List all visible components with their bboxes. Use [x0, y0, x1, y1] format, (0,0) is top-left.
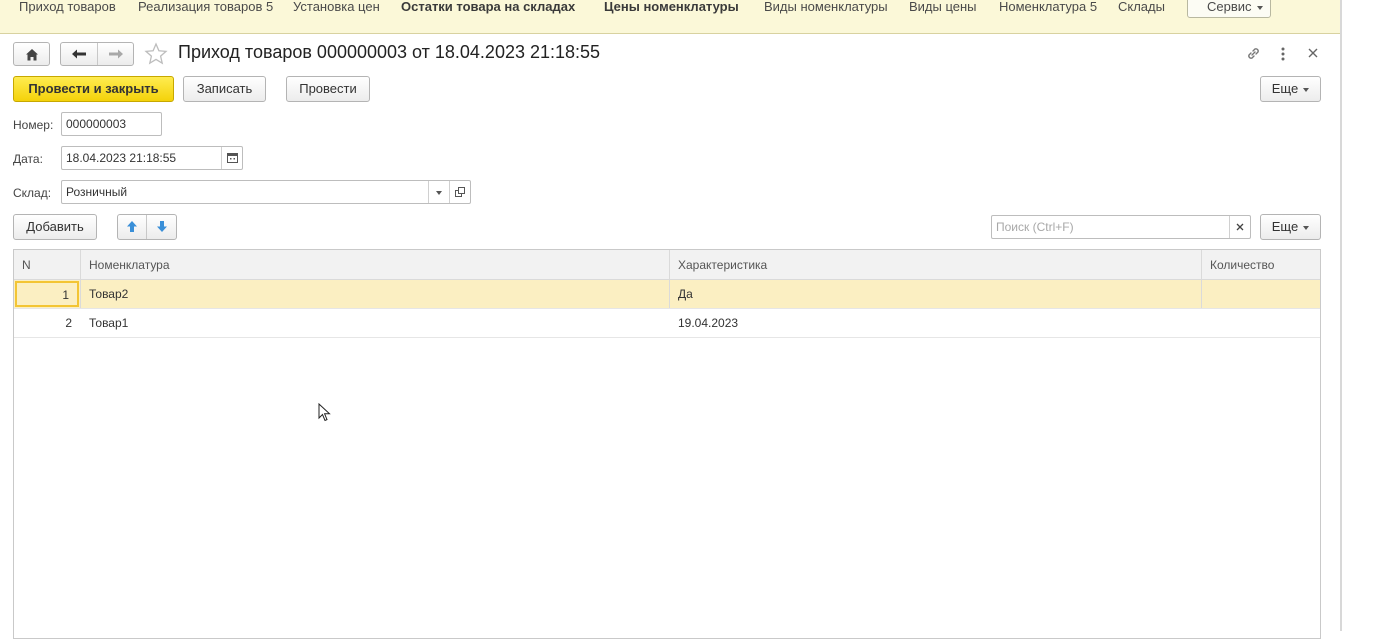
warehouse-open-button[interactable]	[449, 181, 470, 203]
chevron-down-icon	[1303, 87, 1310, 92]
post-and-close-button[interactable]: Провести и закрыть	[13, 76, 174, 102]
date-value: 18.04.2023 21:18:55	[66, 151, 177, 165]
move-buttons	[117, 214, 177, 240]
page-title: Приход товаров 000000003 от 18.04.2023 2…	[178, 42, 601, 62]
mouse-cursor-icon	[318, 403, 331, 422]
kebab-menu-icon[interactable]	[1278, 46, 1288, 62]
chevron-down-icon	[1303, 225, 1310, 230]
table-row[interactable]: 1 Товар2 Да	[14, 280, 1320, 309]
scrollbar[interactable]	[1340, 0, 1342, 631]
forward-arrow-icon	[109, 49, 123, 59]
section-nomenclature[interactable]: Номенклатура 5	[999, 0, 1097, 16]
clear-search-button[interactable]	[1229, 216, 1250, 238]
search-placeholder: Поиск (Ctrl+F)	[996, 220, 1074, 234]
nav-buttons	[60, 42, 134, 66]
move-down-button[interactable]	[147, 215, 177, 239]
section-price-setting[interactable]: Установка цен	[293, 0, 380, 16]
goods-table[interactable]: N Номенклатура Характеристика Количество…	[13, 249, 1321, 639]
back-button[interactable]	[61, 43, 98, 65]
add-row-button[interactable]: Добавить	[13, 214, 97, 240]
characteristic-cell[interactable]: Да	[670, 280, 1202, 308]
section-goods-sale[interactable]: Реализация товаров 5	[138, 0, 273, 16]
warehouse-label: Склад:	[13, 186, 52, 200]
characteristic-cell[interactable]: 19.04.2023	[670, 309, 1202, 337]
calendar-icon	[226, 153, 238, 163]
home-icon	[25, 48, 38, 61]
section-warehouses[interactable]: Склады	[1118, 0, 1165, 16]
link-icon[interactable]	[1245, 45, 1262, 62]
move-down-icon	[157, 221, 167, 232]
table-more-label: Еще	[1271, 219, 1299, 234]
row-number-cell[interactable]: 1	[15, 281, 79, 307]
column-header-characteristic[interactable]: Характеристика	[670, 250, 1202, 279]
save-button[interactable]: Записать	[183, 76, 266, 102]
section-goods-receipt[interactable]: Приход товаров	[19, 0, 116, 16]
column-header-item[interactable]: Номенклатура	[81, 250, 669, 279]
date-label: Дата:	[13, 152, 43, 166]
move-up-icon	[127, 221, 137, 232]
more-button[interactable]: Еще	[1260, 76, 1321, 102]
post-button[interactable]: Провести	[286, 76, 370, 102]
number-field[interactable]: 000000003	[61, 112, 162, 136]
row-number-cell[interactable]: 2	[14, 309, 80, 337]
home-button[interactable]	[13, 42, 50, 66]
item-cell[interactable]: Товар2	[81, 280, 669, 308]
warehouse-field[interactable]: Розничный	[61, 180, 471, 204]
star-icon[interactable]	[144, 42, 168, 66]
column-header-n[interactable]: N	[14, 250, 80, 279]
service-menu-button[interactable]: Сервис	[1187, 0, 1271, 18]
section-stock-balances[interactable]: Остатки товара на складах	[401, 0, 575, 16]
calendar-button[interactable]	[221, 147, 242, 169]
table-row[interactable]: 2 Товар1 19.04.2023	[14, 309, 1320, 338]
table-more-button[interactable]: Еще	[1260, 214, 1321, 240]
service-menu-label: Сервис	[1207, 0, 1252, 14]
forward-button[interactable]	[98, 43, 134, 65]
close-icon[interactable]	[1307, 47, 1319, 59]
number-label: Номер:	[13, 118, 54, 132]
section-price-types[interactable]: Виды цены	[909, 0, 977, 16]
open-icon	[455, 187, 465, 197]
section-item-types[interactable]: Виды номенклатуры	[764, 0, 888, 16]
sections-panel: Приход товаров Реализация товаров 5 Уста…	[0, 0, 1340, 34]
quantity-cell[interactable]	[1202, 280, 1320, 308]
move-up-button[interactable]	[118, 215, 147, 239]
date-field[interactable]: 18.04.2023 21:18:55	[61, 146, 243, 170]
document-form: Приход товаров 000000003 от 18.04.2023 2…	[0, 34, 1340, 639]
warehouse-dropdown-button[interactable]	[428, 181, 448, 203]
item-cell[interactable]: Товар1	[81, 309, 669, 337]
section-item-prices[interactable]: Цены номенклатуры	[604, 0, 739, 16]
back-arrow-icon	[72, 49, 86, 59]
table-header: N Номенклатура Характеристика Количество	[14, 250, 1320, 280]
warehouse-value: Розничный	[66, 185, 128, 199]
clear-icon	[1236, 223, 1244, 231]
quantity-cell[interactable]	[1202, 309, 1320, 337]
dropdown-arrow-icon	[435, 190, 442, 195]
search-field[interactable]: Поиск (Ctrl+F)	[991, 215, 1251, 239]
more-button-label: Еще	[1271, 81, 1299, 96]
chevron-down-icon	[1256, 5, 1263, 10]
column-header-quantity[interactable]: Количество	[1202, 250, 1320, 279]
